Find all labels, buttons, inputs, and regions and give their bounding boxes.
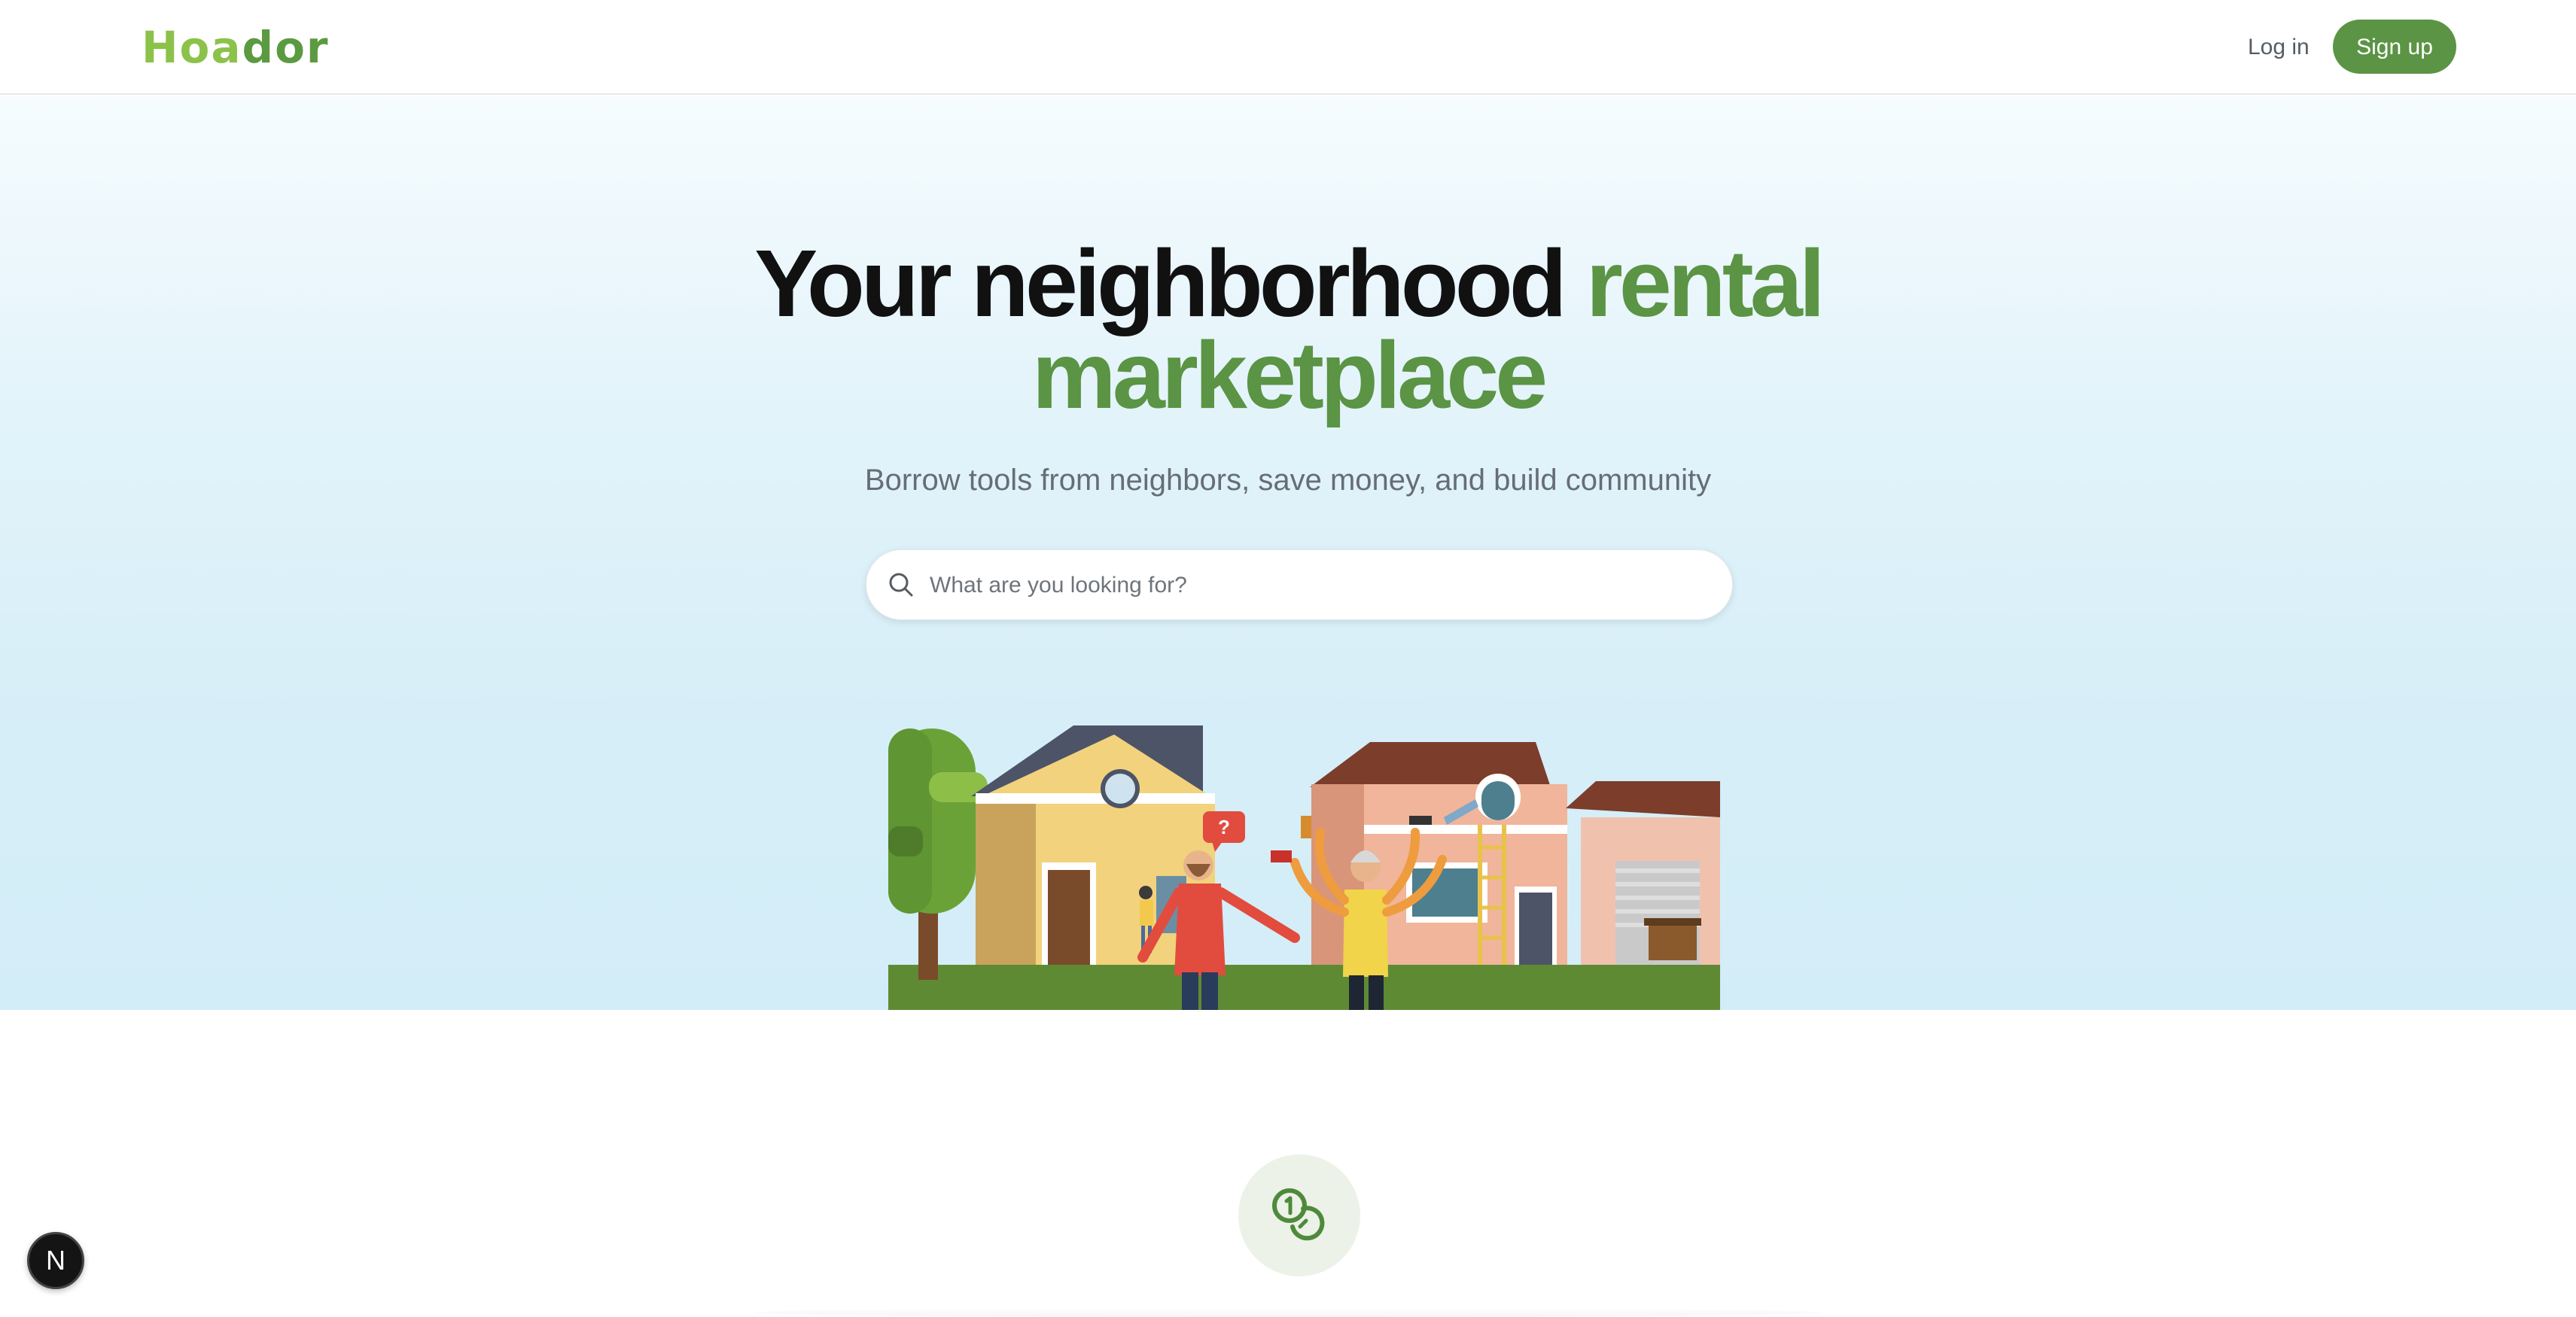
coins-icon (1272, 1188, 1325, 1241)
feature-icon-circle (1238, 1154, 1360, 1276)
signup-button[interactable]: Sign up (2333, 20, 2456, 74)
login-link[interactable]: Log in (2248, 31, 2310, 64)
search-input[interactable] (928, 550, 1714, 621)
search-bar[interactable] (866, 549, 1733, 621)
hero-headline: Your neighborhood rental marketplace (0, 236, 2576, 423)
hero-section: Your neighborhood rental marketplace Bor… (0, 96, 2576, 1010)
hero-subtitle: Borrow tools from neighbors, save money,… (864, 464, 1712, 497)
headline-green-text-2: marketplace (1031, 322, 1548, 428)
headdor-logo[interactable]: Hoador (142, 23, 330, 72)
headline-green-text-1: rental (1585, 230, 1825, 336)
neighbors-illustration: ? (888, 725, 1720, 1010)
dev-tools-badge[interactable]: N (27, 1232, 84, 1289)
speech-bubble-text: ? (1218, 816, 1230, 838)
top-navbar: Hoador Log in Sign up (0, 0, 2576, 95)
headline-dark-text: Your neighborhood (754, 230, 1567, 336)
section-card-edge (753, 1308, 1822, 1317)
search-icon (889, 573, 913, 597)
